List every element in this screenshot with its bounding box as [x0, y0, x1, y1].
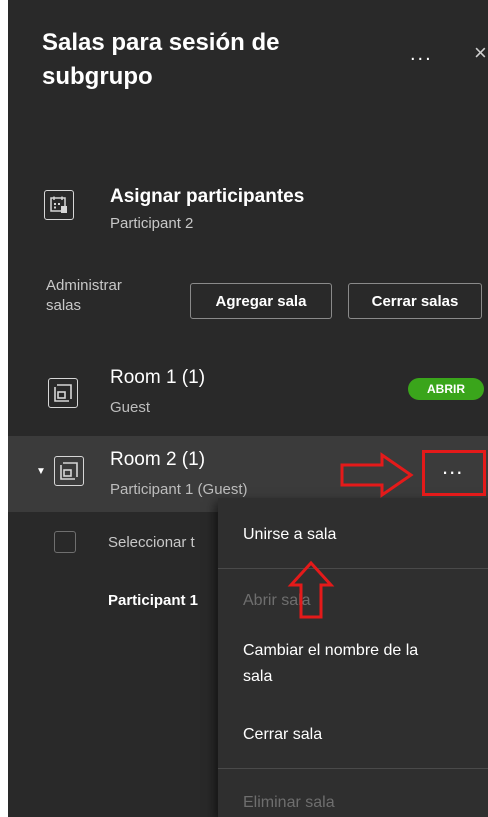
breakout-rooms-panel: Salas para sesión de subgrupo ... × Asig…	[8, 0, 488, 817]
close-rooms-button[interactable]: Cerrar salas	[348, 283, 482, 319]
panel-title: Salas para sesión de subgrupo	[42, 29, 280, 90]
menu-divider	[218, 568, 488, 569]
assign-participants-subtitle: Participant 2	[110, 215, 194, 232]
room-icon	[48, 378, 78, 408]
select-all-checkbox[interactable]	[54, 531, 76, 553]
chevron-down-icon[interactable]: ▼	[36, 466, 46, 477]
room-2-participants: Participant 1 (Guest)	[110, 481, 248, 498]
room-2-name[interactable]: Room 2 (1)	[110, 449, 205, 471]
room-1-participants: Guest	[110, 399, 151, 416]
header-more-options-button[interactable]: ...	[410, 44, 433, 64]
room-context-menu: Unirse a sala Abrir sala Cambiar el nomb…	[218, 498, 488, 817]
close-icon[interactable]: ×	[474, 42, 487, 64]
room-icon	[54, 456, 84, 486]
menu-item-close-room[interactable]: Cerrar sala	[243, 722, 322, 748]
menu-item-rename-room[interactable]: Cambiar el nombre de la sala	[243, 638, 423, 690]
assign-participants-button[interactable]: Asignar participantes	[110, 186, 304, 208]
add-room-button[interactable]: Agregar sala	[190, 283, 332, 319]
manage-rooms-label: Administrar salas	[46, 277, 122, 314]
red-arrow-up-icon	[287, 560, 335, 619]
participant-name[interactable]: Participant 1	[108, 592, 198, 609]
menu-item-delete-room: Eliminar sala	[243, 794, 335, 811]
menu-divider	[218, 768, 488, 769]
annotation-highlight-box	[422, 450, 486, 496]
calendar-grid-icon[interactable]	[44, 190, 74, 220]
room-1-name[interactable]: Room 1 (1)	[110, 367, 205, 389]
room-1-open-badge: ABRIR	[408, 378, 484, 400]
menu-item-join-room[interactable]: Unirse a sala	[243, 522, 336, 548]
red-arrow-right-icon	[340, 452, 414, 498]
select-all-label: Seleccionar t	[108, 534, 195, 551]
